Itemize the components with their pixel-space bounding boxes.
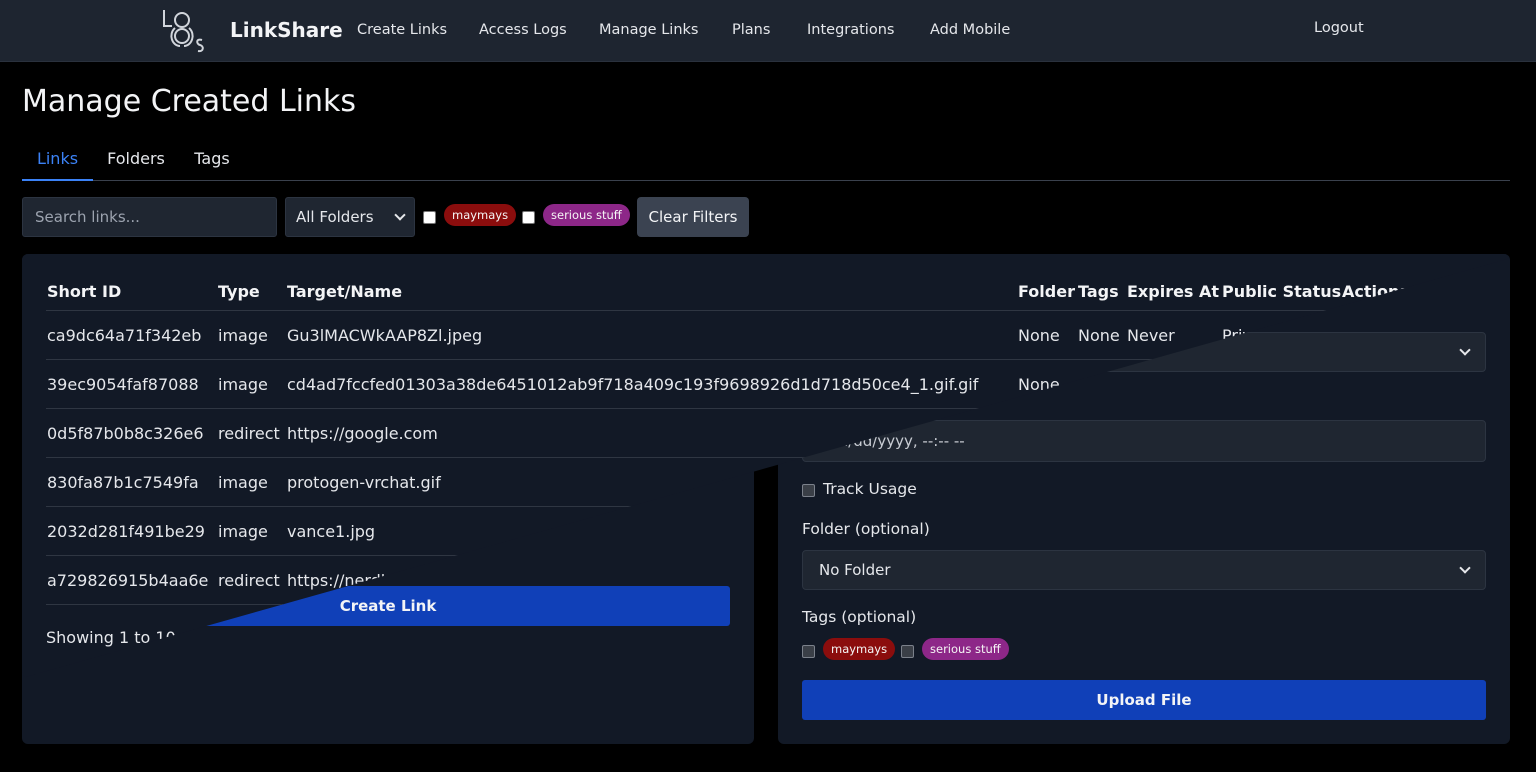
row-type: image xyxy=(218,473,268,492)
row-folder: None xyxy=(1018,326,1060,345)
brand-name[interactable]: LinkShare xyxy=(230,18,343,42)
chevron-down-icon xyxy=(1459,562,1471,574)
header-expires: Expires At xyxy=(1127,282,1220,301)
upload-folder-value: No Folder xyxy=(819,561,891,579)
row-type: image xyxy=(218,375,268,394)
page-title: Manage Created Links xyxy=(22,84,357,119)
row-type: image xyxy=(218,326,268,345)
upload-folder-select[interactable]: No Folder xyxy=(802,550,1486,590)
row-target[interactable]: protogen-vrchat.gif xyxy=(287,473,441,492)
folder-filter-value: All Folders xyxy=(296,208,374,226)
tag-badge-serious-stuff: serious stuff xyxy=(543,204,630,226)
row-short-id[interactable]: 39ec9054faf87088 xyxy=(47,375,199,394)
folder-label: Folder (optional) xyxy=(802,520,930,538)
nav-access-logs[interactable]: Access Logs xyxy=(479,22,567,38)
row-tags: None xyxy=(1078,326,1120,345)
upload-file-button[interactable]: Upload File xyxy=(802,680,1486,720)
row-type: image xyxy=(218,522,268,541)
tags-label: Tags (optional) xyxy=(802,608,917,626)
tab-links[interactable]: Links xyxy=(22,138,93,181)
row-short-id[interactable]: a729826915b4aa6e xyxy=(47,571,208,590)
row-short-id[interactable]: ca9dc64a71f342eb xyxy=(47,326,201,345)
nav-create-links[interactable]: Create Links xyxy=(357,22,447,38)
nav-add-mobile[interactable]: Add Mobile xyxy=(930,22,1010,38)
tag-badge-maymays: maymays xyxy=(444,204,517,226)
chevron-down-icon xyxy=(394,209,406,221)
row-target[interactable]: vance1.jpg xyxy=(287,522,375,541)
search-input[interactable] xyxy=(22,197,277,237)
tab-bar: Links Folders Tags xyxy=(22,138,1510,181)
track-usage-label: Track Usage xyxy=(823,480,917,498)
upload-tag-checkbox-maymays[interactable] xyxy=(802,645,815,658)
row-target[interactable]: cd4ad7fccfed01303a38de6451012ab9f718a409… xyxy=(287,375,978,394)
clear-filters-button[interactable]: Clear Filters xyxy=(637,197,749,237)
nav-plans[interactable]: Plans xyxy=(732,22,770,38)
header-public-status: Public Status xyxy=(1222,282,1342,301)
tab-folders[interactable]: Folders xyxy=(102,138,170,181)
row-short-id[interactable]: 0d5f87b0b8c326e6 xyxy=(47,424,204,443)
header-tags: Tags xyxy=(1078,282,1119,301)
nav-manage-links[interactable]: Manage Links xyxy=(599,22,698,38)
row-expires: Never xyxy=(1127,326,1175,345)
logout-link[interactable]: Logout xyxy=(1314,20,1364,36)
row-target[interactable]: https://google.com xyxy=(287,424,438,443)
upload-tag-badge-serious-stuff: serious stuff xyxy=(922,638,1009,660)
header-short-id: Short ID xyxy=(47,282,122,301)
row-short-id[interactable]: 2032d281f491be29 xyxy=(47,522,205,541)
row-type: redirect xyxy=(218,571,280,590)
header-target: Target/Name xyxy=(287,282,403,301)
tag-filter-checkbox-maymays[interactable] xyxy=(423,211,436,224)
navbar: LinkShare Create Links Access Logs Manag… xyxy=(0,0,1536,62)
chevron-down-icon xyxy=(1459,344,1471,356)
tag-filter-checkbox-serious-stuff[interactable] xyxy=(522,211,535,224)
track-usage-checkbox[interactable] xyxy=(802,484,815,497)
folder-filter-select[interactable]: All Folders xyxy=(285,197,415,237)
linkshare-logo-icon[interactable] xyxy=(158,6,206,54)
row-type: redirect xyxy=(218,424,280,443)
header-folder: Folder xyxy=(1018,282,1075,301)
row-target[interactable]: Gu3lMACWkAAP8Zl.jpeg xyxy=(287,326,482,345)
header-type: Type xyxy=(218,282,260,301)
upload-tag-checkbox-serious-stuff[interactable] xyxy=(901,645,914,658)
upload-tag-badge-maymays: maymays xyxy=(823,638,896,660)
nav-integrations[interactable]: Integrations xyxy=(807,22,894,38)
tab-tags[interactable]: Tags xyxy=(190,138,234,181)
header-divider xyxy=(46,310,1486,311)
row-short-id[interactable]: 830fa87b1c7549fa xyxy=(47,473,199,492)
